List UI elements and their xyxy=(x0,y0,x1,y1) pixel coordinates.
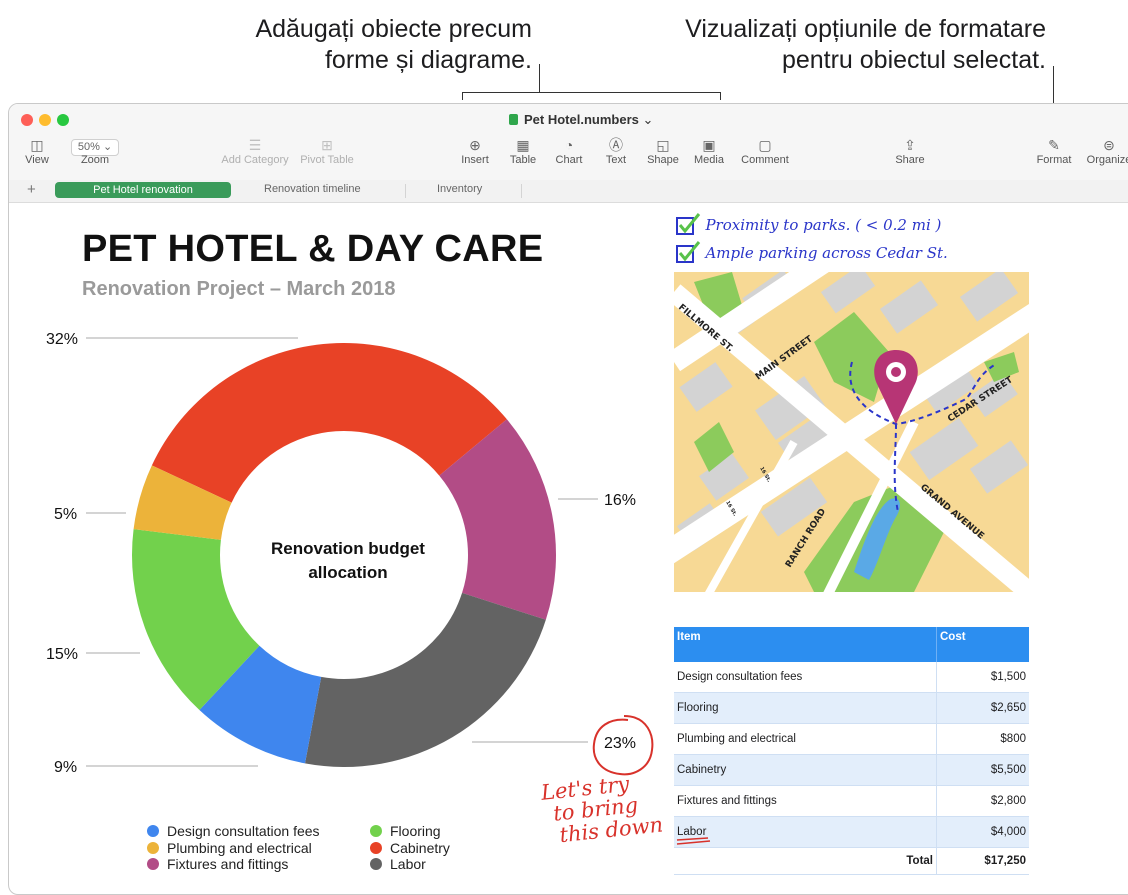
cost-table[interactable]: Item Cost Design consultation fees $1,50… xyxy=(674,627,1029,875)
table-row: Design consultation fees $1,500 xyxy=(674,662,1029,693)
total-label[interactable]: Total xyxy=(674,847,937,875)
legend-item: Plumbing and electrical xyxy=(147,840,312,856)
legend-swatch xyxy=(147,858,159,870)
red-underline-mark xyxy=(676,837,711,845)
table-row: Labor $4,000 xyxy=(674,816,1029,848)
format-label: Format xyxy=(1036,154,1072,166)
checkbox-checked-icon xyxy=(676,241,701,263)
table-cell-item[interactable]: Flooring xyxy=(674,692,937,724)
table-cell-item[interactable]: Plumbing and electrical xyxy=(674,723,937,755)
media-icon: ▣ xyxy=(702,137,716,153)
data-label: 5% xyxy=(54,506,77,523)
table-row: Cabinetry $5,500 xyxy=(674,754,1029,786)
legend-swatch xyxy=(370,825,382,837)
data-label: 9% xyxy=(54,759,77,776)
data-label: 32% xyxy=(46,331,78,348)
table-header-row: Item Cost xyxy=(674,627,1029,662)
table-cell-item[interactable]: Fixtures and fittings xyxy=(674,785,937,817)
paintbrush-icon: ✎ xyxy=(1048,137,1060,153)
budget-donut-chart[interactable]: 32%16%23%9%15%5% xyxy=(0,0,680,873)
format-button[interactable]: ✎ Format xyxy=(1031,136,1077,166)
checkbox-checked-icon xyxy=(676,213,701,235)
table-cell-cost[interactable]: $800 xyxy=(936,723,1029,755)
organize-button[interactable]: ⊜ Organize xyxy=(1083,136,1128,166)
share-icon: ⇪ xyxy=(904,137,916,153)
checklist-text: Ample parking across Cedar St. xyxy=(705,244,948,262)
share-label: Share xyxy=(895,154,925,166)
table-header-item[interactable]: Item xyxy=(674,627,937,662)
legend-label: Labor xyxy=(390,856,426,872)
share-button[interactable]: ⇪ Share xyxy=(893,136,927,166)
comment-icon: ▢ xyxy=(758,137,772,153)
table-cell-item[interactable]: Design consultation fees xyxy=(674,662,937,693)
neighborhood-map[interactable]: FILLMORE ST. MAIN STREET CEDAR STREET GR… xyxy=(674,272,1029,592)
organize-icon: ⊜ xyxy=(1103,137,1115,153)
table-cell-cost[interactable]: $5,500 xyxy=(936,754,1029,786)
callout-insert-bracket-right xyxy=(720,92,721,100)
total-value[interactable]: $17,250 xyxy=(936,847,1029,875)
comment-label: Comment xyxy=(741,154,789,166)
legend-label: Design consultation fees xyxy=(167,823,320,839)
legend-swatch xyxy=(147,825,159,837)
checklist-text: Proximity to parks. ( < 0.2 mi ) xyxy=(705,216,942,234)
table-cell-cost[interactable]: $2,800 xyxy=(936,785,1029,817)
legend-item: Design consultation fees xyxy=(147,823,320,839)
annotation-note: Let's try to bring this down xyxy=(540,770,664,848)
table-total-row: Total $17,250 xyxy=(674,847,1029,875)
table-row: Fixtures and fittings $2,800 xyxy=(674,785,1029,817)
table-header-cost[interactable]: Cost xyxy=(936,627,1029,662)
legend-label: Plumbing and electrical xyxy=(167,840,312,856)
legend-item: Labor xyxy=(370,856,426,872)
table-cell-cost[interactable]: $2,650 xyxy=(936,692,1029,724)
legend-swatch xyxy=(370,858,382,870)
checklist-item: Proximity to parks. ( < 0.2 mi ) xyxy=(675,213,941,237)
table-row: Plumbing and electrical $800 xyxy=(674,723,1029,755)
legend-label: Cabinetry xyxy=(390,840,450,856)
legend-label: Fixtures and fittings xyxy=(167,856,289,872)
organize-label: Organize xyxy=(1086,154,1128,166)
legend-swatch xyxy=(147,842,159,854)
legend-item: Flooring xyxy=(370,823,441,839)
data-label: 16% xyxy=(604,492,636,509)
media-label: Media xyxy=(694,154,724,166)
legend-item: Fixtures and fittings xyxy=(147,856,288,872)
table-row: Flooring $2,650 xyxy=(674,692,1029,724)
legend-swatch xyxy=(370,842,382,854)
legend-label: Flooring xyxy=(390,823,441,839)
table-cell-item[interactable]: Cabinetry xyxy=(674,754,937,786)
donut-slice-labor[interactable] xyxy=(305,592,546,767)
legend-item: Cabinetry xyxy=(370,840,450,856)
chart-center-title: Renovation budget allocation xyxy=(271,539,425,582)
table-cell-cost[interactable]: $1,500 xyxy=(936,662,1029,693)
checklist-item: Ample parking across Cedar St. xyxy=(675,241,948,265)
comment-button[interactable]: ▢ Comment xyxy=(737,136,793,166)
table-cell-item[interactable]: Labor xyxy=(674,816,937,848)
media-button[interactable]: ▣ Media xyxy=(691,136,727,166)
data-label: 15% xyxy=(46,646,78,663)
table-cell-cost[interactable]: $4,000 xyxy=(936,816,1029,848)
